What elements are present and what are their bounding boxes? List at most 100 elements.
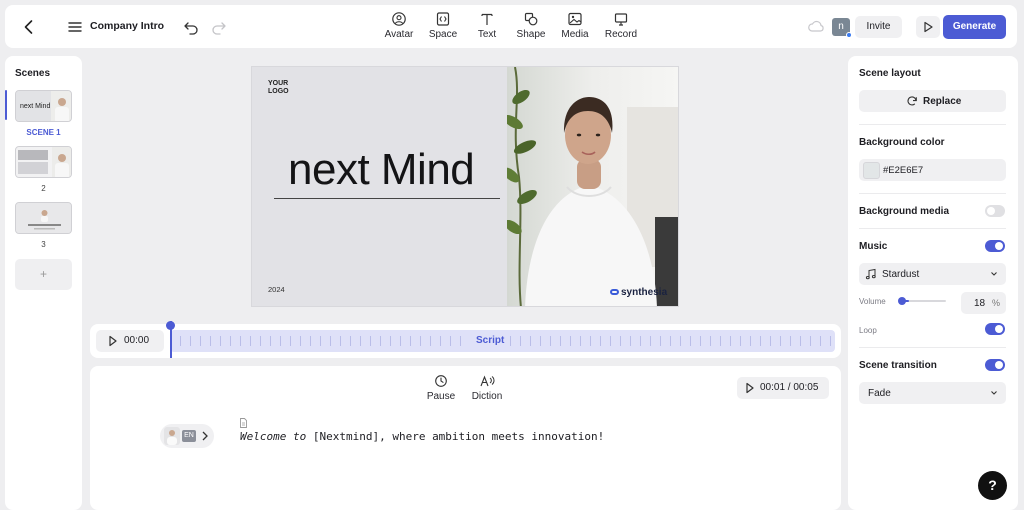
script-track-label: Script — [470, 335, 511, 346]
tool-space-label: Space — [428, 29, 458, 40]
pause-label: Pause — [426, 391, 456, 402]
loop-label: Loop — [859, 326, 877, 335]
scenes-title: Scenes — [15, 68, 51, 79]
invite-button[interactable]: Invite — [855, 16, 902, 38]
script-track[interactable]: Script — [170, 330, 835, 352]
script-duration: 00:01 / 00:05 — [760, 382, 819, 393]
background-media-toggle[interactable] — [985, 205, 1005, 217]
back-arrow-icon[interactable] — [19, 17, 39, 37]
tool-media[interactable]: Media — [553, 11, 597, 45]
tool-shape[interactable]: Shape — [509, 11, 553, 45]
presenter-avatar[interactable] — [507, 67, 678, 306]
background-media-heading: Background media — [859, 206, 950, 217]
loop-toggle[interactable] — [985, 323, 1005, 335]
properties-panel: Scene layout Replace Background color #E… — [848, 56, 1018, 510]
year-text[interactable]: 2024 — [268, 285, 285, 294]
text-icon — [481, 13, 493, 25]
volume-input[interactable]: 18 % — [961, 292, 1006, 314]
scene-selected-indicator — [5, 90, 7, 120]
logo-placeholder[interactable]: YOUR LOGO — [268, 80, 289, 96]
volume-slider[interactable] — [901, 300, 946, 302]
media-icon — [568, 12, 582, 26]
preview-play-button[interactable] — [916, 16, 940, 38]
volume-unit: % — [992, 298, 1001, 308]
scene-thumbnail-3[interactable] — [15, 202, 72, 234]
music-track-select[interactable]: Stardust — [859, 263, 1006, 285]
tool-shape-label: Shape — [516, 29, 546, 40]
clock-icon — [435, 375, 447, 387]
music-track-name: Stardust — [882, 269, 920, 280]
svg-text:next Mind: next Mind — [20, 103, 50, 110]
tool-media-label: Media — [561, 29, 589, 40]
project-title[interactable]: Company Intro — [90, 20, 164, 32]
diction-tool[interactable]: Diction — [467, 374, 507, 402]
replace-layout-button[interactable]: Replace — [859, 90, 1006, 112]
tool-avatar[interactable]: Avatar — [377, 11, 421, 45]
replace-label: Replace — [923, 96, 962, 107]
shape-icon — [524, 12, 538, 26]
scene-thumbnail-1[interactable]: next Mind — [15, 90, 72, 122]
scene-transition-heading: Scene transition — [859, 360, 937, 371]
voice-language-badge: EN — [182, 430, 196, 442]
tool-record-label: Record — [604, 29, 638, 40]
tool-space[interactable]: Space — [421, 11, 465, 45]
tool-record[interactable]: Record — [599, 11, 643, 45]
headline-text[interactable]: next Mind — [288, 145, 475, 195]
background-color-value: #E2E6E7 — [883, 165, 924, 176]
undo-icon[interactable] — [181, 17, 201, 37]
help-button[interactable]: ? — [978, 471, 1007, 500]
diction-icon — [480, 375, 495, 387]
playhead-handle[interactable] — [166, 321, 175, 330]
scene-label-2: 2 — [41, 184, 46, 193]
tool-text[interactable]: Text — [465, 11, 509, 45]
chevron-right-icon — [202, 431, 208, 441]
scene-thumbnail-2[interactable] — [15, 146, 72, 178]
music-note-icon — [865, 268, 876, 280]
pause-tool[interactable]: Pause — [421, 374, 461, 402]
scene-layout-heading: Scene layout — [859, 68, 921, 79]
script-line-italic: Welcome to — [240, 430, 307, 443]
scene-label-1: SCENE 1 — [26, 128, 61, 137]
redo-icon[interactable] — [209, 17, 229, 37]
script-line[interactable]: Welcome to [Nextmind], where ambition me… — [240, 430, 604, 443]
chevron-down-icon — [991, 272, 997, 276]
add-scene-button[interactable]: + — [15, 259, 72, 290]
divider — [859, 124, 1006, 125]
volume-slider-handle[interactable] — [898, 297, 906, 305]
tool-avatar-label: Avatar — [384, 29, 414, 40]
generate-button[interactable]: Generate — [943, 15, 1006, 39]
brand-watermark: synthesia — [610, 287, 667, 298]
play-icon — [746, 382, 754, 394]
diction-label: Diction — [471, 391, 503, 402]
chevron-down-icon — [991, 391, 997, 395]
scene-canvas[interactable]: YOUR LOGO next Mind 2024 synthesia — [251, 66, 679, 307]
record-icon — [614, 13, 628, 26]
avatar-icon — [392, 12, 406, 26]
background-color-heading: Background color — [859, 137, 945, 148]
timeline-current-time: 00:00 — [124, 335, 150, 346]
play-icon — [924, 21, 933, 33]
script-panel: Pause Diction 00:01 / 00:05 EN Welcome t… — [90, 366, 841, 510]
music-heading: Music — [859, 241, 888, 252]
scene-transition-toggle[interactable] — [985, 359, 1005, 371]
voice-avatar — [164, 427, 180, 445]
background-color-swatch[interactable] — [863, 162, 880, 179]
voice-selector[interactable]: EN — [160, 424, 214, 448]
background-color-field[interactable]: #E2E6E7 — [859, 159, 1006, 181]
play-icon — [109, 335, 117, 347]
divider — [859, 347, 1006, 348]
script-play-button[interactable]: 00:01 / 00:05 — [737, 377, 829, 399]
volume-value: 18 — [974, 298, 986, 309]
music-toggle[interactable] — [985, 240, 1005, 252]
top-toolbar: Company Intro Avatar Space Text Shape Me… — [5, 5, 1017, 48]
hamburger-menu-icon[interactable] — [65, 17, 85, 37]
scene-label-3: 3 — [41, 240, 46, 249]
cloud-sync-icon — [807, 19, 825, 35]
timeline-play-button[interactable]: 00:00 — [96, 330, 164, 352]
transition-value: Fade — [868, 388, 891, 399]
scenes-panel: Scenes next Mind SCENE 1 2 3 + — [5, 56, 82, 510]
headline-underline — [274, 198, 500, 199]
space-icon — [436, 12, 450, 26]
refresh-icon — [907, 96, 917, 106]
transition-select[interactable]: Fade — [859, 382, 1006, 404]
